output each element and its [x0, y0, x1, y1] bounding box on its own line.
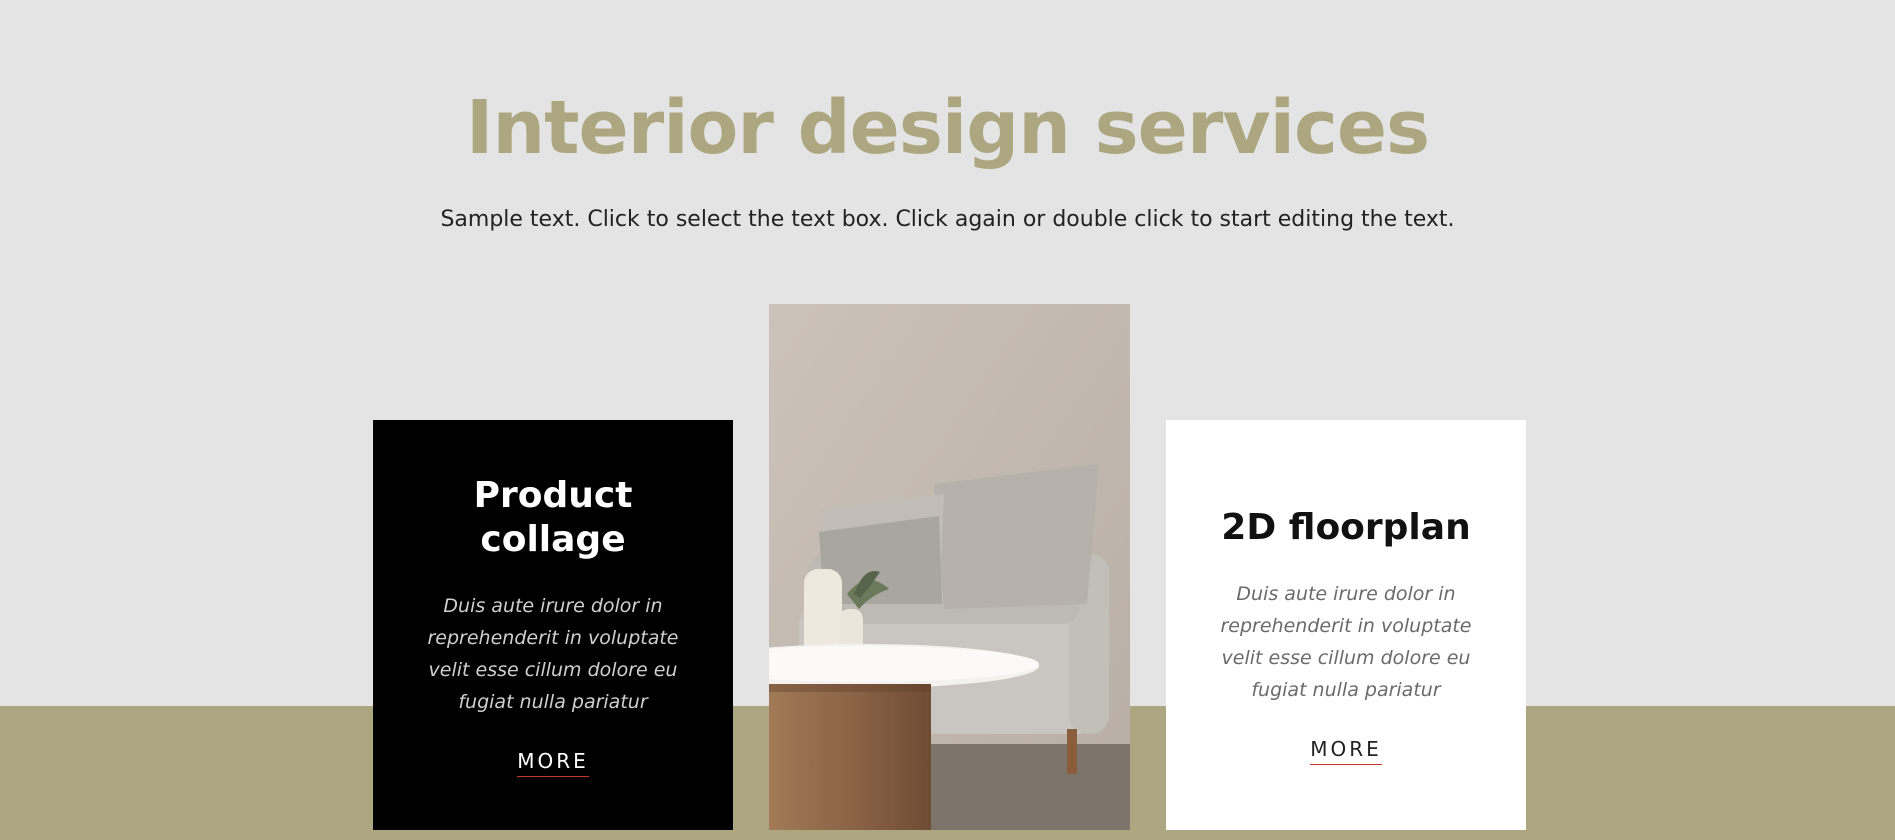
card-title: Product collage [473, 475, 633, 560]
service-card-2d-floorplan: 2D floorplan Duis aute irure dolor in re… [1166, 420, 1526, 830]
card-title: 2D floorplan [1221, 507, 1471, 548]
more-button[interactable]: MORE [1310, 736, 1382, 765]
more-button[interactable]: MORE [517, 748, 589, 777]
page-title: Interior design services [465, 85, 1430, 171]
service-card-product-collage: Product collage Duis aute irure dolor in… [373, 420, 733, 830]
card-description: Duis aute irure dolor in reprehenderit i… [1220, 583, 1472, 701]
card-description: Duis aute irure dolor in reprehenderit i… [427, 595, 679, 713]
page-subtitle: Sample text. Click to select the text bo… [440, 207, 1455, 232]
sofa-photo [769, 304, 1130, 830]
